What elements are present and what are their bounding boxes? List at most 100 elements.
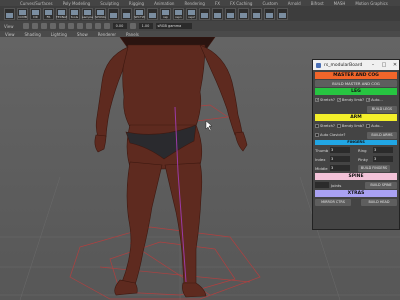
xray-icon[interactable]	[85, 23, 92, 29]
arm-auto-checkbox[interactable]: Auto...	[366, 124, 383, 128]
vp-menu-lighting[interactable]: Lighting	[51, 32, 67, 37]
shelf-button[interactable]: sample	[82, 7, 93, 20]
menubar-item[interactable]: MASH	[334, 1, 346, 6]
shelf-button[interactable]: SPCTW	[134, 7, 145, 20]
section-header-leg: LEG	[315, 88, 397, 95]
shelf-button[interactable]: SPONG	[95, 7, 106, 20]
shelf-button[interactable]	[199, 7, 210, 20]
menubar-item[interactable]: Bifrost	[311, 1, 324, 6]
maximize-icon[interactable]: □	[380, 62, 388, 68]
shelf-button[interactable]: tools	[69, 7, 80, 20]
exposure-field[interactable]: 0.00	[112, 23, 127, 29]
vp-menu-panels[interactable]: Panels	[126, 32, 139, 37]
index-label: Index	[315, 156, 326, 162]
color-space-field[interactable]: sRGB gamma	[155, 23, 192, 29]
checkbox-icon	[366, 97, 370, 102]
shelf-button[interactable]	[277, 7, 288, 20]
menubar-item[interactable]: Curves/Surfaces	[20, 1, 53, 6]
shadows-icon[interactable]	[76, 23, 83, 29]
wireframe-icon[interactable]	[40, 23, 47, 29]
gamma-icon[interactable]	[129, 23, 136, 29]
spine-joints-field[interactable]	[315, 182, 329, 188]
shelf-button[interactable]: CCMB	[17, 7, 28, 20]
window-title: rs_modularBoard	[324, 62, 363, 68]
shelf-button[interactable]	[4, 7, 15, 20]
window-titlebar[interactable]: rs_modularBoard – □ ✕	[313, 60, 399, 70]
menubar-item[interactable]: Rigging	[129, 1, 144, 6]
shelf-tool-icon	[279, 12, 286, 18]
menubar-item[interactable]: Animation	[154, 1, 174, 6]
gamma-field[interactable]: 1.00	[138, 23, 153, 29]
build-head-button[interactable]: BUILD HEAD	[361, 198, 397, 206]
vp-menu-renderer[interactable]: Renderer	[98, 32, 116, 37]
menubar-item[interactable]: Custom	[262, 1, 277, 6]
build-master-button[interactable]: BUILD MASTER AND COG	[315, 80, 397, 87]
leg-bendy-checkbox[interactable]: Bendy limb?	[336, 97, 364, 102]
build-legs-button[interactable]: BUILD LEGS	[367, 105, 397, 113]
textured-icon[interactable]	[58, 23, 65, 29]
shelf-button[interactable]	[264, 7, 275, 20]
shelf-tool-icon	[175, 9, 182, 15]
grid-icon[interactable]	[31, 23, 38, 29]
checkbox-icon	[336, 97, 341, 102]
leg-stretch-checkbox[interactable]: Stretch?	[315, 97, 335, 102]
menubar-item[interactable]: FX Caching	[230, 1, 252, 6]
ring-field[interactable]: 3	[373, 147, 393, 153]
shelf-button[interactable]	[108, 7, 119, 20]
menubar-item[interactable]: Arnold	[288, 1, 301, 6]
vp-menu-show[interactable]: Show	[77, 32, 88, 37]
shelf-button[interactable]	[212, 7, 223, 20]
vp-menu-shading[interactable]: Shading	[25, 32, 41, 37]
shelf-tool-icon	[162, 9, 169, 15]
middle-field[interactable]: 3	[330, 165, 350, 171]
shelf-button[interactable]: DR	[30, 7, 41, 20]
isolate-icon[interactable]	[94, 23, 101, 29]
shelf-button[interactable]	[121, 7, 132, 20]
minimize-icon[interactable]: –	[369, 62, 377, 68]
shelf-tool-icon	[123, 12, 130, 18]
shelf-button[interactable]: rep	[160, 7, 171, 20]
camera-icon[interactable]	[22, 23, 29, 29]
middle-label: Middle	[315, 165, 328, 171]
pinky-field[interactable]: 3	[373, 156, 393, 162]
mirror-controls-button[interactable]: MIRROR CTRS	[315, 198, 351, 206]
shelf-button[interactable]	[238, 7, 249, 20]
thumb-field[interactable]: 3	[330, 147, 350, 153]
shelf-tool-icon	[227, 12, 234, 18]
build-spine-button[interactable]: BUILD SPINE	[365, 181, 397, 189]
shelf-button[interactable]	[251, 7, 262, 20]
arm-stretch-checkbox[interactable]: Stretch?	[315, 124, 335, 128]
shelf-button-label: SPCTW	[134, 15, 145, 19]
character-model[interactable]	[94, 37, 248, 298]
shelf-button[interactable]: rep1	[173, 7, 184, 20]
close-icon[interactable]: ✕	[391, 62, 399, 68]
shelf-tool-icon	[32, 9, 39, 15]
build-fingers-button[interactable]: BUILD FINGERS	[358, 164, 390, 172]
shelf-button[interactable]: TEXNAME	[56, 7, 67, 20]
menubar-item[interactable]: Poly Modeling	[63, 1, 91, 6]
arm-autoclavicle-checkbox[interactable]: Auto Clavicle?	[315, 133, 345, 137]
menubar-item[interactable]: Sculpting	[100, 1, 119, 6]
arm-bendy-checkbox[interactable]: Bendy limb?	[336, 124, 364, 128]
checkbox-icon	[336, 124, 341, 128]
shelf-button[interactable]	[225, 7, 236, 20]
lights-icon[interactable]	[67, 23, 74, 29]
shelf-button-label: sample	[82, 15, 93, 19]
shelf-button[interactable]: rep2	[186, 7, 197, 20]
build-arms-button[interactable]: BUILD ARMS	[367, 131, 397, 139]
resolution-gate-icon[interactable]	[103, 23, 110, 29]
smooth-shade-icon[interactable]	[49, 23, 56, 29]
menubar-item[interactable]: Motion Graphics	[355, 1, 388, 6]
shelf-tool-icon	[71, 9, 78, 15]
shelf-button[interactable]: FR	[43, 7, 54, 20]
index-field[interactable]: 3	[330, 156, 350, 162]
menubar-item[interactable]: FX	[215, 1, 220, 6]
shelf-button[interactable]	[147, 7, 158, 20]
shelf-button-label: rep1	[175, 15, 182, 19]
menubar-item[interactable]: Rendering	[184, 1, 204, 6]
shelf-button-label: TEXNAME	[56, 15, 67, 19]
view-menu[interactable]: View	[4, 24, 14, 29]
vp-menu-view[interactable]: View	[5, 32, 15, 37]
leg-auto-checkbox[interactable]: Auto...	[366, 97, 383, 102]
pinky-label: Pinky	[358, 156, 368, 162]
